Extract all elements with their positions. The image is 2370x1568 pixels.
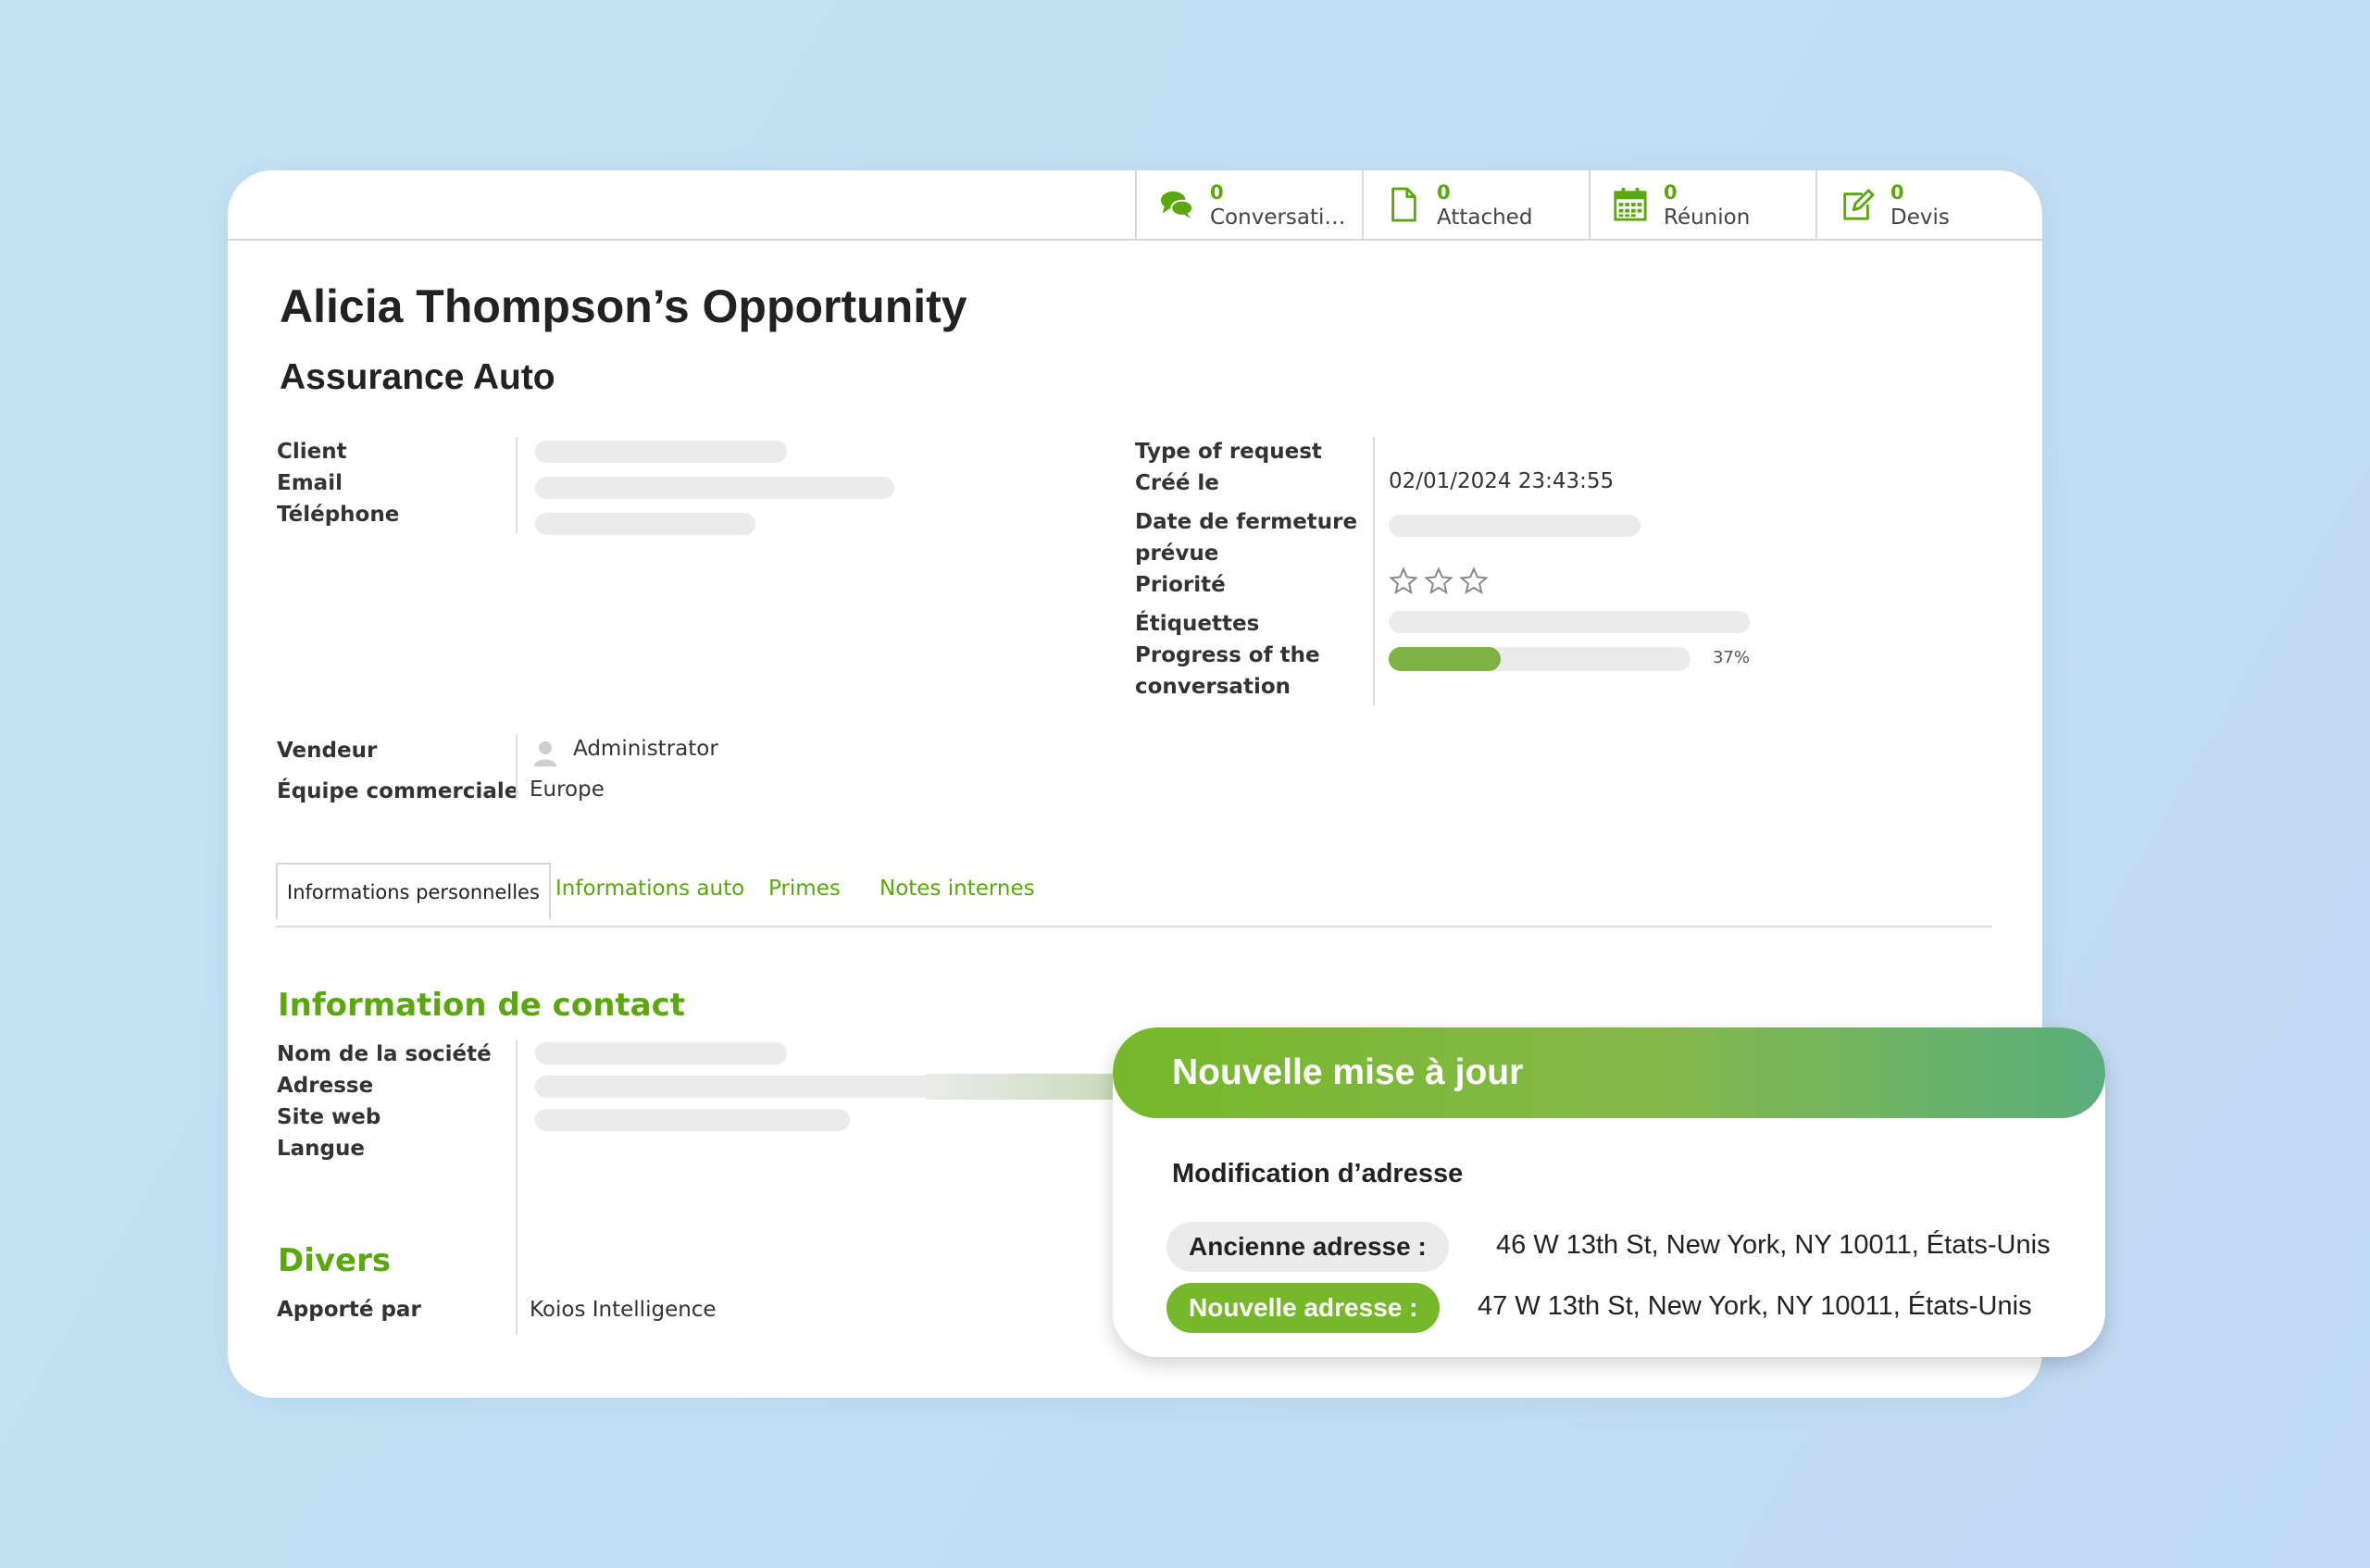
calendar-icon bbox=[1614, 187, 1647, 221]
tags-field[interactable] bbox=[1389, 611, 1750, 633]
conversations-count: 0 bbox=[1210, 181, 1224, 204]
devis-count: 0 bbox=[1890, 181, 1904, 204]
stat-buttons-bar: 0 Conversatio... 0 Attached 0 Réunion 0 … bbox=[228, 170, 2042, 241]
brought-by-value[interactable]: Koios Intelligence bbox=[530, 1298, 717, 1322]
company-name-label: Nom de la société bbox=[277, 1042, 492, 1066]
star-icon[interactable] bbox=[1389, 566, 1418, 596]
closing-date-label-2: prévue bbox=[1135, 541, 1219, 566]
email-field[interactable] bbox=[535, 477, 894, 499]
website-field[interactable] bbox=[535, 1109, 850, 1131]
update-notification: Nouvelle mise à jour Modification d’adre… bbox=[1113, 1027, 2105, 1357]
website-label: Site web bbox=[277, 1105, 381, 1129]
star-icon[interactable] bbox=[1424, 566, 1453, 596]
closing-date-field[interactable] bbox=[1389, 515, 1640, 537]
client-label: Client bbox=[277, 440, 347, 464]
created-value: 02/01/2024 23:43:55 bbox=[1389, 469, 1615, 493]
attached-stat-button[interactable]: 0 Attached bbox=[1362, 170, 1590, 239]
field-divider bbox=[516, 1040, 518, 1335]
document-icon bbox=[1391, 187, 1416, 222]
brought-by-label: Apporté par bbox=[277, 1298, 421, 1322]
notification-title: Nouvelle mise à jour bbox=[1172, 1052, 1524, 1092]
progress-label: Progress of the bbox=[1135, 643, 1320, 667]
progress-label-2: conversation bbox=[1135, 675, 1291, 699]
progress-fill bbox=[1389, 647, 1501, 671]
tab-primes[interactable]: Primes bbox=[768, 863, 841, 915]
reunion-stat-button[interactable]: 0 Réunion bbox=[1589, 170, 1817, 239]
chat-icon bbox=[1160, 191, 1194, 219]
contact-section-title: Information de contact bbox=[278, 987, 686, 1024]
notification-subtitle: Modification d’adresse bbox=[1172, 1159, 1464, 1188]
language-label: Langue bbox=[277, 1137, 365, 1161]
address-label: Adresse bbox=[277, 1074, 374, 1098]
company-name-field[interactable] bbox=[535, 1042, 787, 1064]
conversations-label: Conversatio... bbox=[1210, 205, 1353, 230]
tab-informations-auto[interactable]: Informations auto bbox=[555, 863, 744, 915]
sales-team-value[interactable]: Europe bbox=[530, 778, 605, 802]
conversations-stat-button[interactable]: 0 Conversatio... bbox=[1135, 170, 1364, 239]
type-of-request-label: Type of request bbox=[1135, 440, 1322, 464]
tags-label: Étiquettes bbox=[1135, 612, 1260, 636]
user-avatar-icon bbox=[534, 741, 556, 766]
notification-header: Nouvelle mise à jour bbox=[1113, 1027, 2105, 1118]
field-divider bbox=[516, 735, 518, 800]
email-label: Email bbox=[277, 471, 343, 495]
new-address-badge: Nouvelle adresse : bbox=[1166, 1283, 1441, 1333]
field-divider bbox=[516, 437, 518, 533]
priority-label: Priorité bbox=[1135, 573, 1226, 597]
tab-informations-personnelles[interactable]: Informations personnelles bbox=[276, 863, 551, 920]
phone-label: Téléphone bbox=[277, 503, 400, 527]
phone-field[interactable] bbox=[535, 513, 755, 535]
closing-date-label: Date de fermeture bbox=[1135, 510, 1358, 534]
seller-value[interactable]: Administrator bbox=[573, 737, 718, 761]
devis-stat-button[interactable]: 0 Devis bbox=[1815, 170, 2042, 239]
priority-stars[interactable] bbox=[1389, 566, 1489, 596]
old-address-value: 46 W 13th St, New York, NY 10011, États-… bbox=[1496, 1230, 2051, 1260]
tab-notes-internes[interactable]: Notes internes bbox=[879, 863, 1035, 915]
star-icon[interactable] bbox=[1459, 566, 1489, 596]
misc-section-title: Divers bbox=[278, 1242, 392, 1279]
devis-label: Devis bbox=[1890, 205, 1950, 230]
new-address-value: 47 W 13th St, New York, NY 10011, États-… bbox=[1478, 1291, 2032, 1321]
attached-count: 0 bbox=[1437, 181, 1451, 204]
seller-label: Vendeur bbox=[277, 739, 378, 763]
old-address-badge: Ancienne adresse : bbox=[1166, 1222, 1449, 1272]
progress-percent: 37% bbox=[1713, 648, 1751, 667]
reunion-label: Réunion bbox=[1664, 205, 1751, 230]
conversation-progress-bar bbox=[1389, 647, 1690, 671]
record-title: Alicia Thompson’s Opportunity bbox=[280, 280, 967, 332]
client-field[interactable] bbox=[535, 441, 787, 463]
edit-icon bbox=[1843, 189, 1875, 220]
attached-label: Attached bbox=[1437, 205, 1533, 230]
notebook-tabs: Informations personnelles Informations a… bbox=[276, 863, 1992, 927]
sales-team-label: Équipe commerciale bbox=[277, 779, 519, 803]
record-subtitle: Assurance Auto bbox=[280, 357, 555, 397]
reunion-count: 0 bbox=[1664, 181, 1678, 204]
address-highlight-connector bbox=[926, 1074, 1120, 1100]
field-divider bbox=[1373, 437, 1375, 705]
created-label: Créé le bbox=[1135, 471, 1219, 495]
